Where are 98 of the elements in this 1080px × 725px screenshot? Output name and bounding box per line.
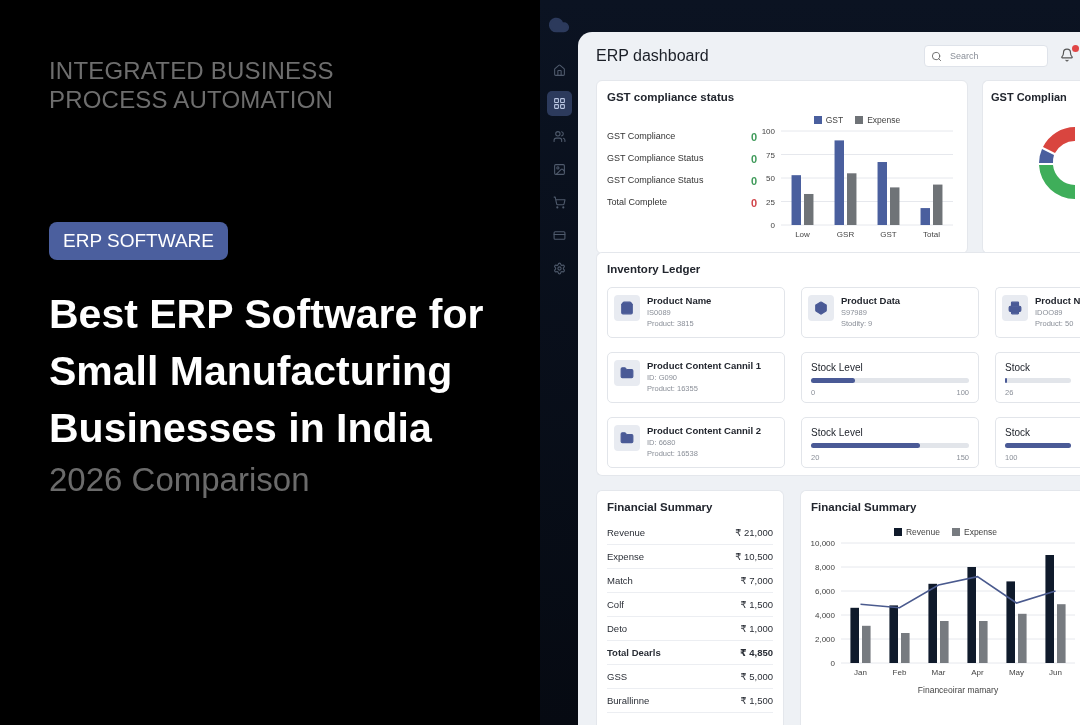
row-label: Expense: [607, 551, 644, 562]
axis-category-label: Total: [923, 230, 940, 239]
row-label: Deto: [607, 623, 628, 634]
axis-category-label: GST: [880, 230, 897, 239]
row-value: ₹ 1,000: [740, 623, 773, 634]
stat-value: 0: [750, 175, 757, 187]
axis-category-label: Jun: [1049, 668, 1062, 677]
stock-title: Stock: [1005, 427, 1031, 438]
stock-bar: [1005, 443, 1071, 448]
chart-bar: [804, 194, 814, 225]
chart-bar: [862, 625, 871, 663]
axis-tick-label: 75: [766, 150, 775, 160]
folder-icon: [614, 360, 640, 386]
axis-tick-label: 8,000: [814, 563, 835, 572]
chart-bar: [940, 621, 949, 663]
subtitle: 2026 Comparison: [49, 461, 310, 499]
row-value: ₹ 1,500: [740, 695, 773, 706]
product-name: Product N: [1035, 295, 1080, 306]
search-input[interactable]: Search: [948, 50, 1038, 62]
axis-title: Financeoirar mamary: [917, 685, 999, 695]
row-label: Revenue: [607, 527, 646, 538]
search-field[interactable]: Search: [924, 45, 1048, 67]
product-name: Product Name: [647, 295, 712, 306]
stat-label: GST Compliance Status: [607, 153, 704, 165]
row-label: Colf: [607, 599, 624, 610]
row-value: ₹ 7,000: [740, 575, 773, 586]
axis-tick-label: 25: [766, 197, 775, 207]
search-icon: [931, 50, 942, 62]
stock-bar: [1005, 378, 1071, 383]
card-title: Financial Summary: [607, 501, 714, 513]
row-value: ₹ 21,000: [735, 527, 773, 538]
stat-label: Total Complete: [607, 197, 668, 209]
legend-label: Expense: [963, 527, 998, 537]
axis-category-label: May: [1008, 668, 1025, 677]
axis-category-label: Low: [795, 230, 810, 239]
stat-label: GST Compliance: [607, 131, 676, 143]
chart-bar: [901, 633, 910, 663]
stock-title: Stock: [1005, 362, 1031, 373]
axis-category-label: Jan: [854, 668, 867, 677]
category-tag: ERP SOFTWARE: [49, 222, 228, 260]
axis-tick-label: 0: [830, 659, 835, 668]
stat-label: GST Compliance Status: [607, 175, 704, 187]
stat-value: 0: [750, 197, 757, 209]
card-title: GST compliance status: [607, 91, 736, 103]
axis-tick-label: 10,000: [811, 539, 835, 548]
row-value: ₹ 4,850: [739, 647, 773, 658]
row-value: ₹ 1,500: [740, 599, 773, 610]
axis-tick-label: 4,000: [814, 611, 835, 620]
axis-category-label: Feb: [892, 668, 907, 677]
headline: Best ERP Software for Small Manufacturing Businesses in India: [49, 290, 485, 453]
product-name: Product Data: [841, 295, 901, 306]
chart-bar: [1018, 613, 1027, 663]
chart-bar: [933, 184, 943, 225]
row-label: Match: [607, 575, 633, 586]
chart-bar: [877, 162, 887, 225]
chart-bar: [1057, 604, 1066, 663]
stock-title: Stock Level: [811, 427, 864, 438]
legend-swatch: [893, 528, 902, 536]
stat-value: 0: [750, 153, 757, 165]
axis-category-label: Apr: [971, 668, 984, 677]
legend-swatch: [813, 116, 822, 124]
axis-tick-label: 2,000: [814, 635, 835, 644]
legend-label: Revenue: [905, 527, 940, 537]
product-name: Product Content Cannil 2: [647, 425, 761, 436]
axis-tick-label: 100: [761, 127, 775, 136]
axis-tick-label: 6,000: [814, 587, 835, 596]
legend-swatch: [951, 528, 960, 536]
chart-bar: [979, 621, 988, 663]
box-icon: [808, 295, 834, 321]
legend-label: GST: [825, 115, 844, 125]
product-name: Product Content Cannil 1: [647, 360, 761, 371]
row-value: ₹ 5,000: [740, 671, 773, 682]
stat-value: 0: [750, 131, 757, 143]
row-label: GSS: [607, 671, 628, 682]
chart-bar: [850, 607, 859, 663]
chart-bar: [890, 187, 900, 225]
axis-category-label: Mar: [931, 668, 946, 677]
card-title: Inventory Ledger: [607, 263, 702, 275]
card-title: GST Complian: [991, 91, 1068, 103]
row-label: Burallinne: [607, 695, 650, 706]
folder-icon: [614, 425, 640, 451]
chart-bar: [847, 173, 857, 225]
stock-title: Stock Level: [811, 362, 864, 373]
row-label: Total Dearls: [607, 647, 661, 658]
legend-label: Expense: [867, 115, 901, 125]
row-value: ₹ 10,500: [735, 551, 773, 562]
legend-swatch: [855, 116, 864, 124]
notification-bell-icon[interactable]: [1060, 48, 1076, 64]
dashboard-title: ERP dashboard: [596, 47, 710, 65]
card-title: Financial Summary: [811, 501, 918, 513]
dashboard-icon[interactable]: [546, 91, 572, 116]
axis-tick-label: 50: [766, 174, 775, 183]
chart-bar: [889, 605, 898, 663]
chart-bar: [920, 208, 930, 225]
axis-tick-label: 0: [770, 221, 775, 230]
axis-category-label: GSR: [836, 230, 855, 239]
eyebrow-text: INTEGRATED BUSINESS PROCESS AUTOMATION: [49, 56, 335, 114]
chart-bar: [791, 175, 801, 225]
